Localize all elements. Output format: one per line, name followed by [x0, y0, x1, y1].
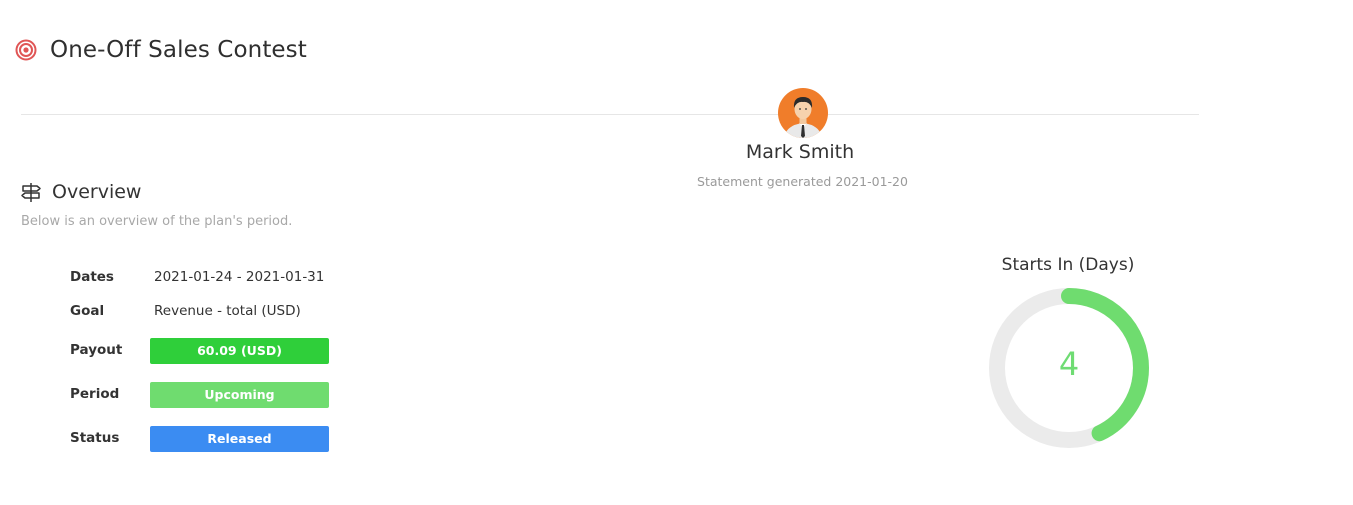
gauge-title: Starts In (Days) — [1001, 255, 1135, 275]
avatar — [778, 88, 828, 138]
period-label: Period — [70, 386, 120, 402]
status-label: Status — [70, 430, 120, 446]
overview-heading: Overview — [52, 181, 142, 203]
payout-badge: 60.09 (USD) — [150, 338, 329, 364]
overview-header: Overview — [20, 181, 141, 203]
target-icon — [15, 39, 37, 61]
gauge-value: 4 — [1058, 345, 1080, 383]
payout-label: Payout — [70, 342, 123, 358]
overview-description: Below is an overview of the plan's perio… — [21, 214, 293, 229]
page-title: One-Off Sales Contest — [50, 37, 307, 63]
status-badge: Released — [150, 426, 329, 452]
header: One-Off Sales Contest — [15, 37, 307, 63]
period-badge: Upcoming — [150, 382, 329, 408]
profile-name: Mark Smith — [745, 141, 855, 163]
statement-date: Statement generated 2021-01-20 — [697, 174, 908, 189]
dates-label: Dates — [70, 269, 114, 285]
header-divider — [21, 114, 1199, 115]
page: One-Off Sales Contest Mark Smith Stateme… — [0, 0, 1353, 505]
dates-value: 2021-01-24 - 2021-01-31 — [154, 269, 325, 285]
signpost-icon — [21, 183, 41, 202]
goal-label: Goal — [70, 303, 105, 319]
goal-value: Revenue - total (USD) — [154, 303, 301, 319]
